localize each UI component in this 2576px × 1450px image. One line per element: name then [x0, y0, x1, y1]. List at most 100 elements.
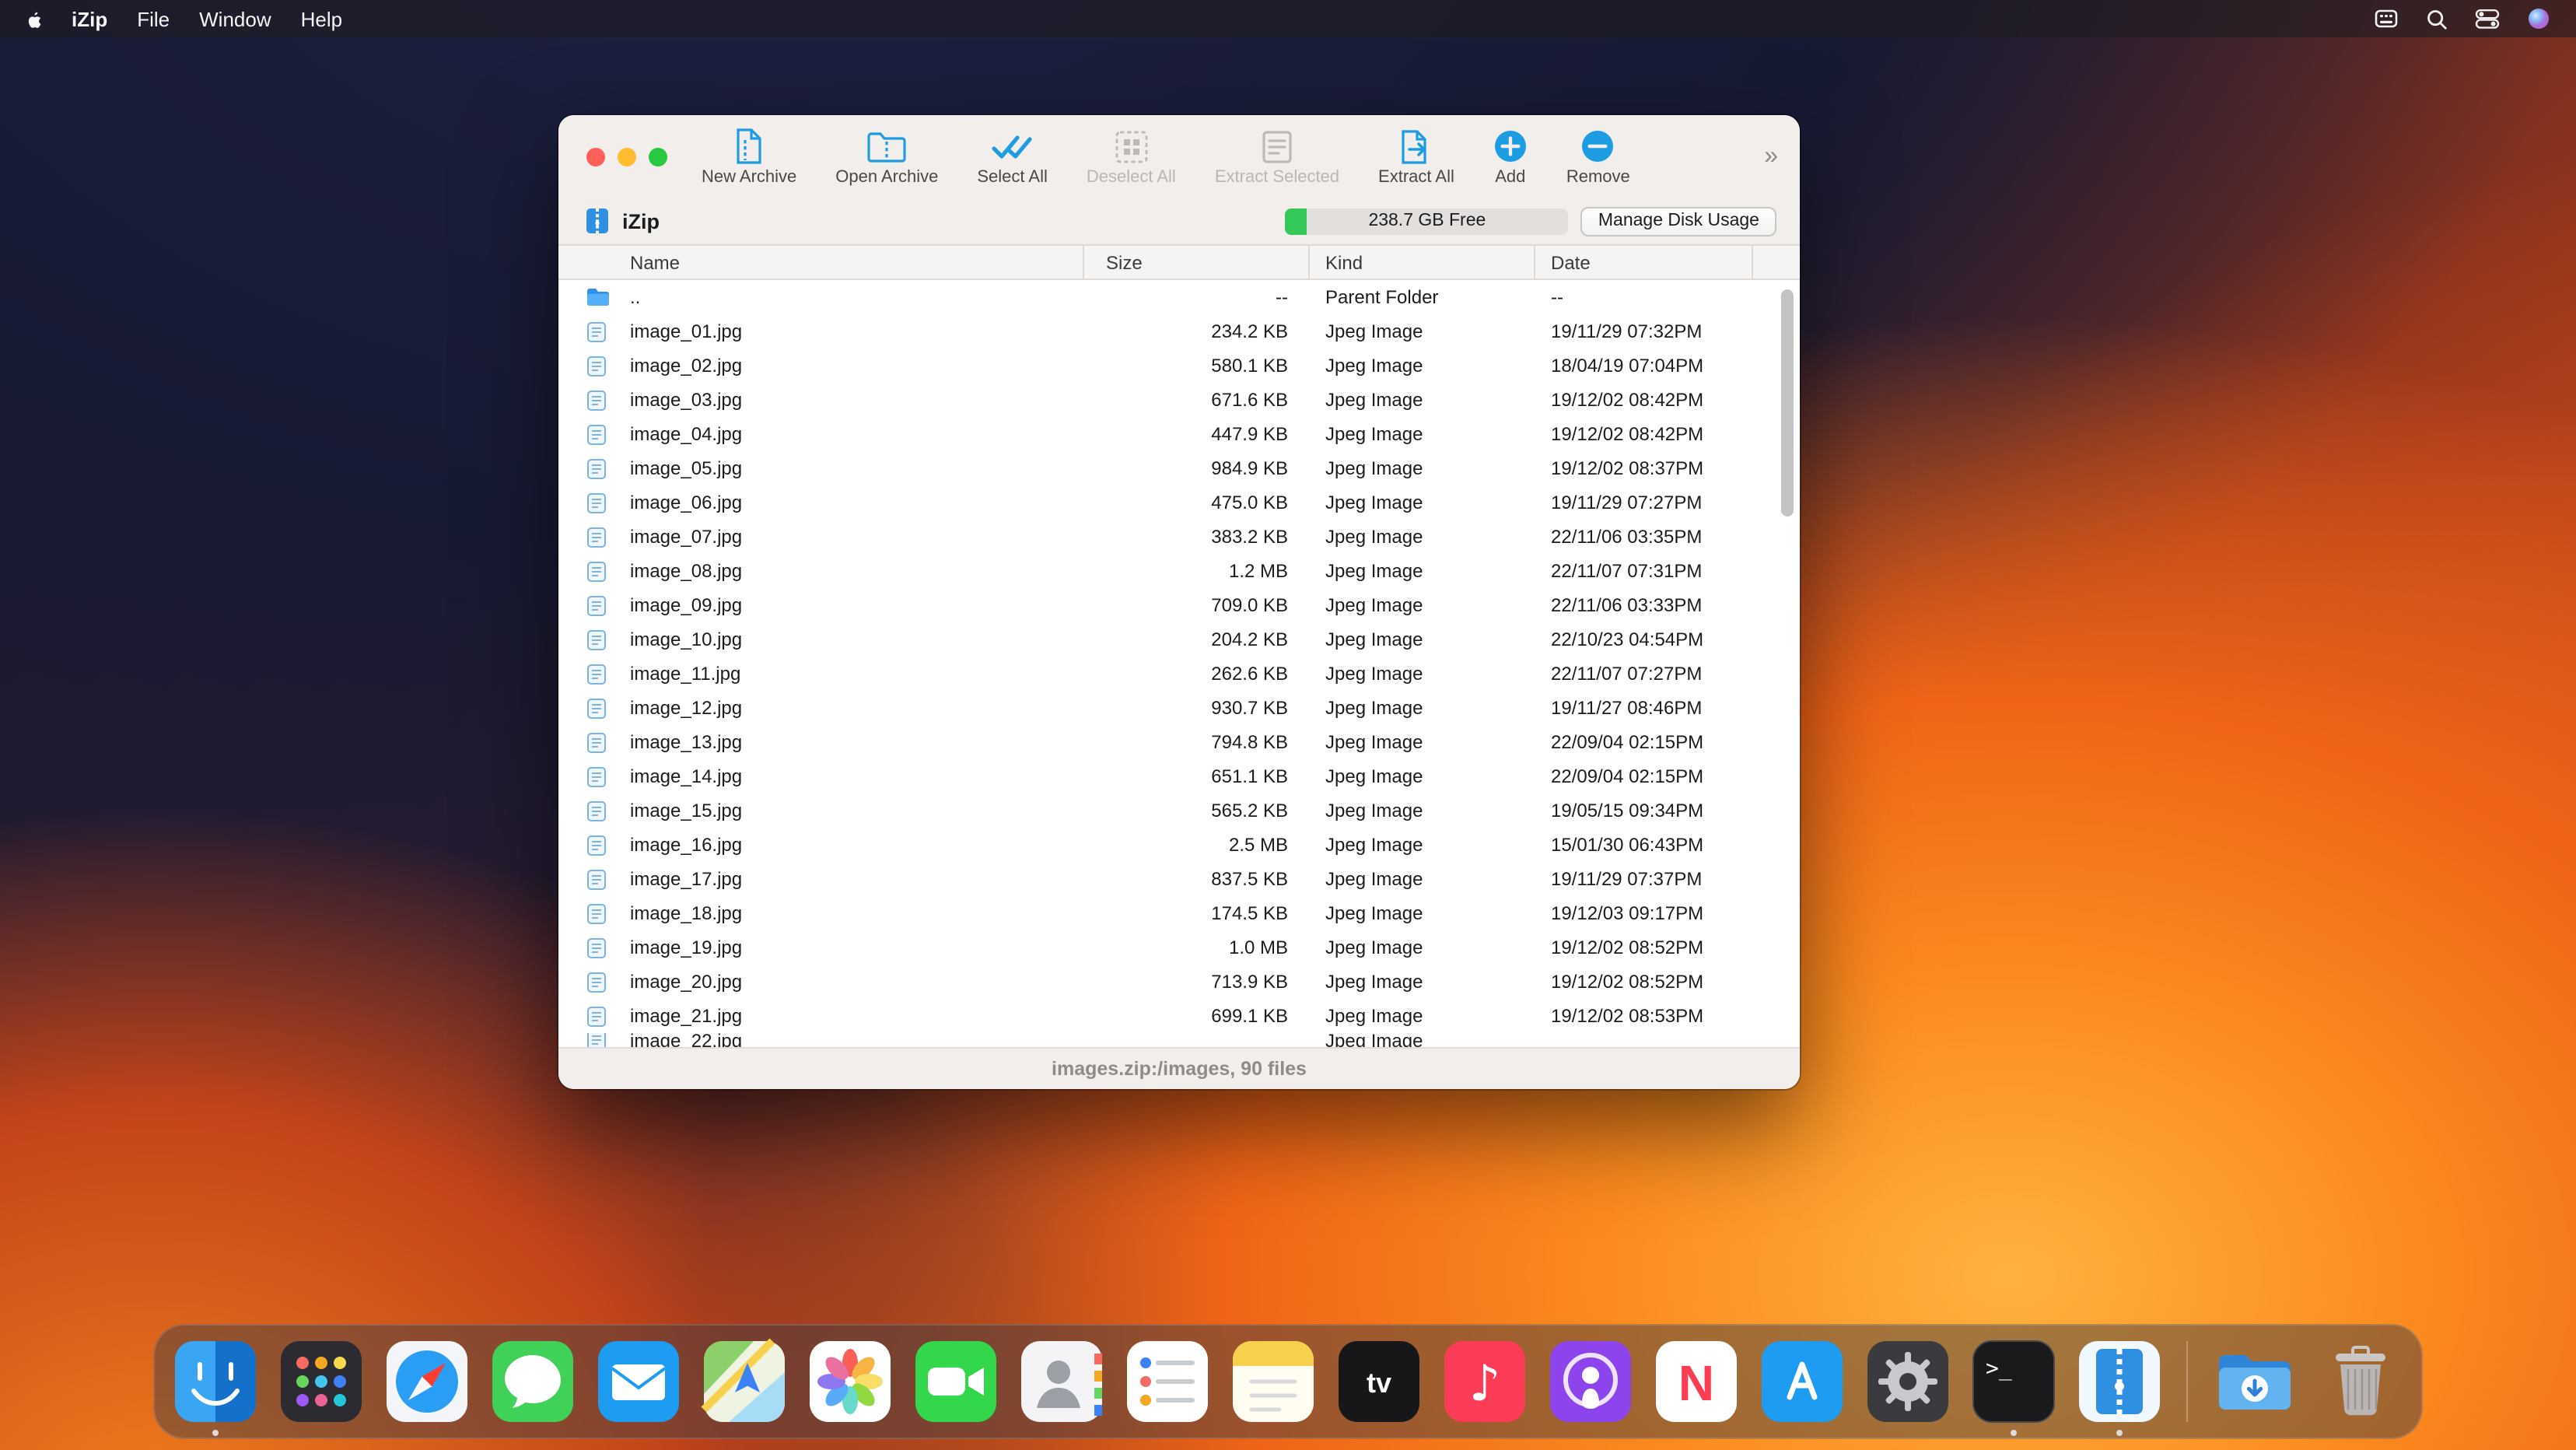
podcasts-dock-icon[interactable]: [1542, 1324, 1639, 1439]
terminal-dock-icon[interactable]: >_: [1965, 1324, 2062, 1439]
appletv-dock-icon[interactable]: tv: [1331, 1324, 1427, 1439]
svg-text:N: N: [1678, 1355, 1714, 1411]
running-indicator: [2116, 1430, 2123, 1436]
column-header-kind[interactable]: Kind: [1310, 246, 1535, 278]
menu-window[interactable]: Window: [199, 7, 271, 30]
file-icon: [558, 492, 630, 513]
extract-all-label: Extract All: [1378, 167, 1454, 186]
cell-date: 22/11/06 03:35PM: [1535, 526, 1800, 548]
cell-name: image_02.jpg: [630, 355, 1084, 377]
table-row[interactable]: image_03.jpg671.6 KBJpeg Image19/12/02 0…: [558, 383, 1800, 417]
cell-size: 565.2 KB: [1084, 800, 1310, 821]
table-row[interactable]: image_16.jpg2.5 MBJpeg Image15/01/30 06:…: [558, 828, 1800, 862]
news-dock-icon[interactable]: N: [1648, 1324, 1745, 1439]
menu-file[interactable]: File: [137, 7, 170, 30]
add-button[interactable]: Add: [1493, 127, 1528, 186]
table-row[interactable]: image_02.jpg580.1 KBJpeg Image18/04/19 0…: [558, 348, 1800, 383]
file-icon: [558, 664, 630, 684]
table-row[interactable]: image_21.jpg699.1 KBJpeg Image19/12/02 0…: [558, 999, 1800, 1033]
apple-menu-icon[interactable]: [22, 6, 45, 31]
table-row[interactable]: image_17.jpg837.5 KBJpeg Image19/11/29 0…: [558, 862, 1800, 896]
close-button[interactable]: [586, 148, 605, 166]
minimize-button[interactable]: [618, 148, 636, 166]
photos-dock-icon[interactable]: [802, 1324, 898, 1439]
downloads-dock-icon[interactable]: [2207, 1324, 2303, 1439]
cell-kind: Jpeg Image: [1310, 663, 1535, 685]
table-row[interactable]: image_07.jpg383.2 KBJpeg Image22/11/06 0…: [558, 520, 1800, 554]
cell-size: 699.1 KB: [1084, 1005, 1310, 1027]
new-archive-button[interactable]: New Archive: [702, 127, 796, 186]
table-row[interactable]: ..--Parent Folder--: [558, 280, 1800, 314]
cell-name: image_22.jpg: [630, 1033, 1084, 1047]
music-dock-icon[interactable]: ♪: [1437, 1324, 1533, 1439]
contacts-dock-icon[interactable]: [1013, 1324, 1110, 1439]
finder-dock-icon[interactable]: [167, 1324, 264, 1439]
remove-button[interactable]: Remove: [1566, 127, 1630, 186]
izip-dock-icon[interactable]: [2071, 1324, 2168, 1439]
cell-name: image_21.jpg: [630, 1005, 1084, 1027]
control-center-icon[interactable]: [2475, 6, 2500, 31]
zoom-button[interactable]: [649, 148, 667, 166]
appstore-dock-icon[interactable]: [1754, 1324, 1850, 1439]
cell-size: 580.1 KB: [1084, 355, 1310, 377]
table-row[interactable]: image_09.jpg709.0 KBJpeg Image22/11/06 0…: [558, 588, 1800, 622]
table-row[interactable]: image_04.jpg447.9 KBJpeg Image19/12/02 0…: [558, 417, 1800, 451]
cell-size: 262.6 KB: [1084, 663, 1310, 685]
messages-dock-icon[interactable]: [485, 1324, 581, 1439]
search-icon[interactable]: [2425, 7, 2448, 30]
cell-kind: Jpeg Image: [1310, 731, 1535, 753]
running-indicator: [2011, 1430, 2017, 1436]
running-indicator: [212, 1430, 219, 1436]
table-row[interactable]: image_08.jpg1.2 MBJpeg Image22/11/07 07:…: [558, 554, 1800, 588]
cell-kind: Parent Folder: [1310, 286, 1535, 308]
table-row[interactable]: image_06.jpg475.0 KBJpeg Image19/11/29 0…: [558, 485, 1800, 520]
toolbar-overflow-button[interactable]: »: [1764, 142, 1778, 170]
select-all-button[interactable]: Select All: [977, 127, 1048, 186]
manage-disk-usage-button[interactable]: Manage Disk Usage: [1581, 206, 1776, 236]
column-header-size[interactable]: Size: [1084, 246, 1310, 278]
menu-app-name[interactable]: iZip: [72, 7, 107, 30]
facetime-dock-icon[interactable]: [908, 1324, 1004, 1439]
reminders-dock-icon[interactable]: [1119, 1324, 1216, 1439]
cell-date: 19/12/02 08:42PM: [1535, 389, 1800, 411]
table-row[interactable]: image_19.jpg1.0 MBJpeg Image19/12/02 08:…: [558, 930, 1800, 965]
disk-usage-bar: 238.7 GB Free: [1286, 208, 1569, 234]
input-menu-icon[interactable]: [2374, 6, 2399, 31]
remove-icon: [1581, 127, 1615, 166]
table-row[interactable]: image_15.jpg565.2 KBJpeg Image19/05/15 0…: [558, 793, 1800, 828]
file-icon: [558, 355, 630, 376]
menu-help[interactable]: Help: [301, 7, 343, 30]
table-row[interactable]: image_10.jpg204.2 KBJpeg Image22/10/23 0…: [558, 622, 1800, 657]
mail-dock-icon[interactable]: [590, 1324, 687, 1439]
table-row[interactable]: image_13.jpg794.8 KBJpeg Image22/09/04 0…: [558, 725, 1800, 759]
cell-date: 22/10/23 04:54PM: [1535, 629, 1800, 650]
scrollbar-thumb[interactable]: [1781, 289, 1794, 517]
siri-icon[interactable]: [2526, 6, 2551, 31]
cell-name: image_20.jpg: [630, 971, 1084, 993]
table-row[interactable]: image_20.jpg713.9 KBJpeg Image19/12/02 0…: [558, 965, 1800, 999]
table-row[interactable]: image_18.jpg174.5 KBJpeg Image19/12/03 0…: [558, 896, 1800, 930]
cell-date: --: [1535, 286, 1800, 308]
trash-dock-icon[interactable]: [2312, 1324, 2409, 1439]
open-archive-button[interactable]: Open Archive: [835, 127, 938, 186]
cell-name: image_15.jpg: [630, 800, 1084, 821]
extract-all-button[interactable]: Extract All: [1378, 127, 1454, 186]
table-row[interactable]: image_11.jpg262.6 KBJpeg Image22/11/07 0…: [558, 657, 1800, 691]
cell-kind: Jpeg Image: [1310, 560, 1535, 582]
cell-size: 447.9 KB: [1084, 423, 1310, 445]
file-icon: [558, 595, 630, 615]
settings-dock-icon[interactable]: [1860, 1324, 1956, 1439]
maps-dock-icon[interactable]: [696, 1324, 793, 1439]
table-row[interactable]: image_14.jpg651.1 KBJpeg Image22/09/04 0…: [558, 759, 1800, 793]
dock-separator: [2186, 1341, 2188, 1422]
table-row[interactable]: image_01.jpg234.2 KBJpeg Image19/11/29 0…: [558, 314, 1800, 348]
cell-date: 22/11/07 07:27PM: [1535, 663, 1800, 685]
launchpad-dock-icon[interactable]: [273, 1324, 369, 1439]
table-row[interactable]: image_22.jpgJpeg Image: [558, 1033, 1800, 1047]
notes-dock-icon[interactable]: [1225, 1324, 1321, 1439]
column-header-date[interactable]: Date: [1535, 246, 1753, 278]
table-row[interactable]: image_12.jpg930.7 KBJpeg Image19/11/27 0…: [558, 691, 1800, 725]
safari-dock-icon[interactable]: [379, 1324, 475, 1439]
table-row[interactable]: image_05.jpg984.9 KBJpeg Image19/12/02 0…: [558, 451, 1800, 485]
column-header-name[interactable]: Name: [558, 246, 1084, 278]
